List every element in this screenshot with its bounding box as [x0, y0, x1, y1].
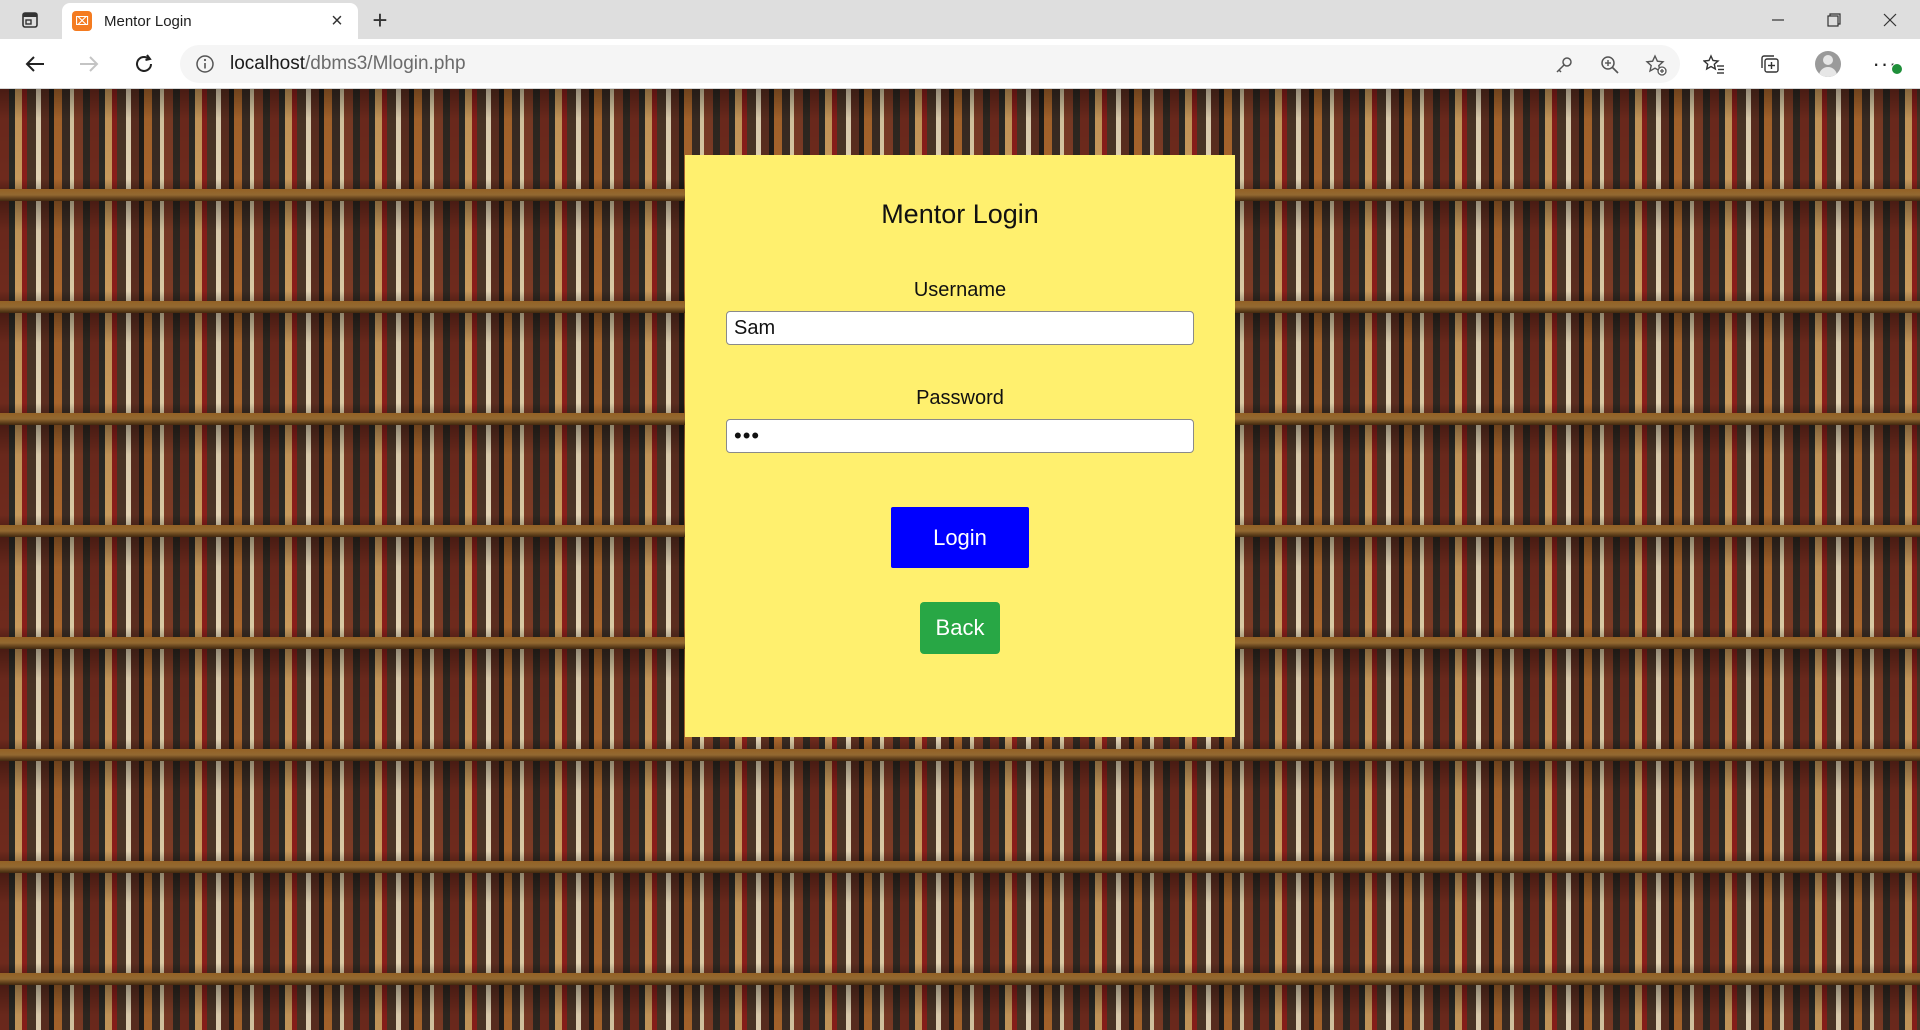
restore-button[interactable]	[1806, 0, 1862, 39]
url-path: /dbms3/Mlogin.php	[305, 53, 466, 74]
favorites-icon[interactable]	[1697, 47, 1731, 81]
refresh-icon[interactable]	[127, 47, 161, 81]
browser-toolbar: localhost/dbms3/Mlogin.php ···	[0, 39, 1920, 89]
password-label: Password	[916, 387, 1004, 409]
back-arrow-icon[interactable]	[18, 47, 52, 81]
back-button[interactable]: Back	[920, 602, 1000, 654]
username-input[interactable]: Sam	[726, 311, 1194, 345]
collections-icon[interactable]	[1753, 47, 1787, 81]
settings-more-icon[interactable]: ···	[1868, 47, 1904, 81]
page-title: Mentor Login	[881, 199, 1039, 229]
minimize-button[interactable]	[1750, 0, 1806, 39]
bookshelf-background: Mentor Login Username Sam Password ••• L…	[0, 89, 1920, 1030]
tab-close-icon[interactable]: ×	[326, 10, 348, 32]
username-label: Username	[913, 279, 1007, 301]
forward-arrow-icon[interactable]	[72, 47, 106, 81]
password-input[interactable]: •••	[726, 419, 1194, 453]
update-badge-icon	[1891, 63, 1904, 75]
tab-actions-icon[interactable]	[12, 7, 48, 33]
tab-strip: ⌧ Mentor Login × +	[0, 0, 1920, 39]
add-favorite-icon[interactable]	[1642, 51, 1670, 79]
avatar-icon	[1815, 51, 1841, 77]
new-tab-button[interactable]: +	[366, 6, 394, 34]
zoom-icon[interactable]	[1596, 51, 1624, 79]
site-info-icon[interactable]	[194, 53, 216, 75]
key-icon[interactable]	[1550, 51, 1578, 79]
address-bar[interactable]: localhost/dbms3/Mlogin.php	[180, 45, 1680, 83]
url-host: localhost	[230, 53, 305, 74]
close-window-button[interactable]	[1862, 0, 1918, 39]
profile-avatar[interactable]	[1811, 47, 1845, 81]
address-bar-actions	[1550, 51, 1670, 79]
password-value: •••	[734, 423, 761, 448]
tab-title: Mentor Login	[104, 12, 192, 30]
username-value: Sam	[734, 316, 776, 339]
tab-mentor-login[interactable]: ⌧ Mentor Login ×	[62, 3, 358, 39]
login-button[interactable]: Login	[891, 507, 1029, 568]
login-card: Mentor Login Username Sam Password ••• L…	[685, 155, 1235, 737]
xampp-favicon-icon: ⌧	[72, 11, 92, 31]
